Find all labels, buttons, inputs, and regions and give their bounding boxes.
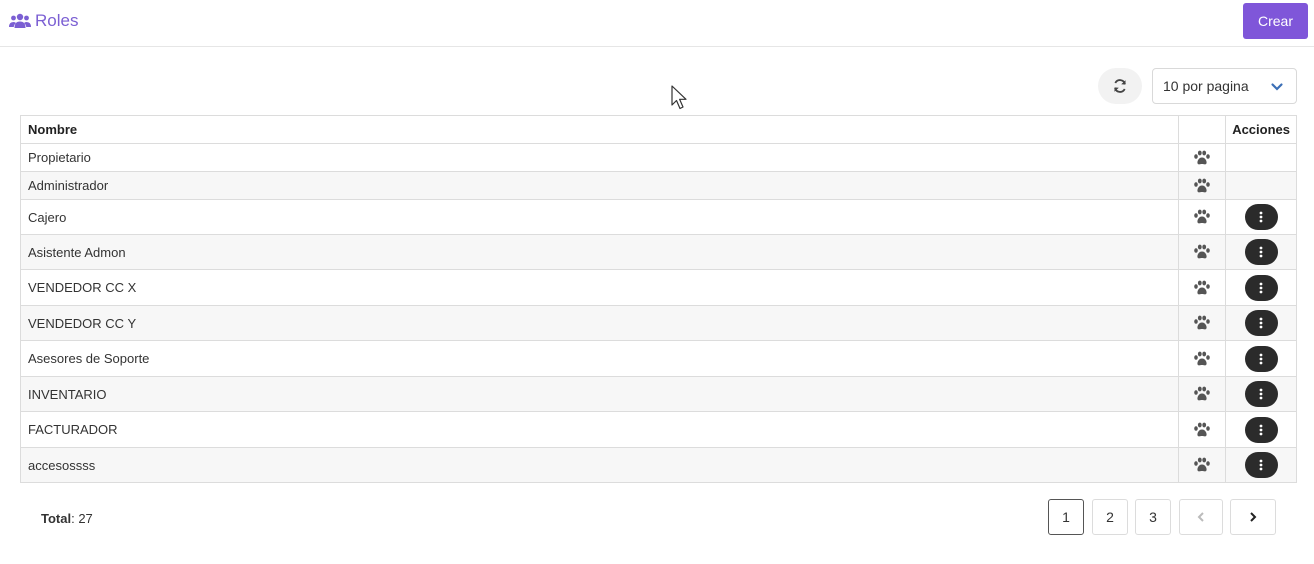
more-vertical-icon	[1259, 317, 1263, 329]
refresh-icon	[1114, 79, 1126, 93]
actions-cell	[1225, 234, 1297, 270]
role-name-cell: Administrador	[19, 171, 1180, 200]
actions-cell	[1225, 376, 1297, 412]
permissions-cell[interactable]	[1178, 199, 1227, 235]
page-title-text: Roles	[35, 11, 79, 30]
actions-cell	[1225, 411, 1297, 448]
paw-icon	[1194, 209, 1210, 224]
total-label: Total	[41, 511, 72, 526]
row-actions-button[interactable]	[1244, 381, 1278, 407]
actions-cell	[1225, 340, 1297, 377]
paw-icon	[1194, 315, 1210, 330]
table-row[interactable]: accesossss	[19, 447, 1297, 483]
row-actions-button[interactable]	[1244, 345, 1278, 372]
roles-table: Nombre Acciones Propietario Administrador…	[19, 115, 1297, 483]
table-row[interactable]: VENDEDOR CC Y	[19, 305, 1297, 341]
row-actions-button[interactable]	[1244, 416, 1278, 443]
table-header-row: Nombre Acciones	[19, 115, 1297, 144]
table-row[interactable]: Asistente Admon	[19, 234, 1297, 270]
actions-cell	[1225, 447, 1297, 483]
actions-cell	[1225, 269, 1297, 306]
more-vertical-icon	[1259, 459, 1263, 471]
mouse-cursor-icon	[671, 85, 687, 110]
permissions-cell[interactable]	[1178, 411, 1227, 448]
per-page-value: 10 por pagina	[1163, 78, 1249, 94]
permissions-cell[interactable]	[1178, 171, 1227, 200]
more-vertical-icon	[1259, 246, 1263, 258]
row-actions-button[interactable]	[1244, 310, 1278, 336]
role-name-cell: Propietario	[19, 143, 1180, 172]
column-header-acciones: Acciones	[1225, 115, 1297, 144]
column-header-nombre[interactable]: Nombre	[19, 115, 1180, 144]
paw-icon	[1194, 351, 1210, 366]
table-row[interactable]: INVENTARIO	[19, 376, 1297, 412]
table-row[interactable]: Asesores de Soporte	[19, 340, 1297, 377]
role-name-cell: VENDEDOR CC Y	[19, 305, 1180, 341]
permissions-cell[interactable]	[1178, 269, 1227, 306]
more-vertical-icon	[1259, 282, 1263, 293]
page-2-button[interactable]: 2	[1092, 499, 1128, 535]
table-row[interactable]: VENDEDOR CC X	[19, 269, 1297, 306]
column-header-icon	[1178, 115, 1227, 144]
role-name-cell: Cajero	[19, 199, 1180, 235]
next-page-button[interactable]	[1230, 499, 1276, 535]
page-3-button[interactable]: 3	[1135, 499, 1171, 535]
paw-icon	[1194, 386, 1210, 401]
table-row[interactable]: Administrador	[19, 171, 1297, 200]
actions-cell	[1225, 305, 1297, 341]
chevron-left-icon	[1197, 512, 1204, 522]
total-count: Total: 27	[41, 511, 93, 526]
refresh-button[interactable]	[1098, 68, 1142, 104]
row-actions-button[interactable]	[1244, 452, 1278, 478]
permissions-cell[interactable]	[1178, 447, 1227, 483]
total-value: : 27	[71, 511, 93, 526]
permissions-cell[interactable]	[1178, 234, 1227, 270]
more-vertical-icon	[1259, 211, 1263, 223]
prev-page-button[interactable]	[1179, 499, 1223, 535]
more-vertical-icon	[1259, 388, 1263, 400]
actions-cell	[1225, 143, 1297, 172]
table-row[interactable]: Propietario	[19, 143, 1297, 172]
paw-icon	[1194, 280, 1210, 295]
row-actions-button[interactable]	[1244, 239, 1278, 265]
role-name-cell: accesossss	[19, 447, 1180, 483]
users-icon	[9, 13, 31, 28]
chevron-right-icon	[1250, 512, 1257, 522]
actions-cell	[1225, 171, 1297, 200]
paw-icon	[1194, 244, 1210, 259]
per-page-select[interactable]: 10 por pagina	[1152, 68, 1297, 104]
more-vertical-icon	[1259, 424, 1263, 435]
paw-icon	[1194, 178, 1210, 193]
table-row[interactable]: Cajero	[19, 199, 1297, 235]
page-title: Roles	[9, 11, 78, 31]
role-name-cell: Asesores de Soporte	[19, 340, 1180, 377]
row-actions-button[interactable]	[1244, 274, 1278, 301]
page-1-button[interactable]: 1	[1048, 499, 1084, 535]
chevron-down-icon	[1271, 83, 1283, 91]
permissions-cell[interactable]	[1178, 340, 1227, 377]
role-name-cell: INVENTARIO	[19, 376, 1180, 412]
role-name-cell: VENDEDOR CC X	[19, 269, 1180, 306]
paw-icon	[1194, 150, 1210, 165]
page-header: Roles Crear	[0, 0, 1314, 47]
actions-cell	[1225, 199, 1297, 235]
paw-icon	[1194, 457, 1210, 472]
permissions-cell[interactable]	[1178, 305, 1227, 341]
paw-icon	[1194, 422, 1210, 437]
row-actions-button[interactable]	[1244, 204, 1278, 230]
table-row[interactable]: FACTURADOR	[19, 411, 1297, 448]
role-name-cell: FACTURADOR	[19, 411, 1180, 448]
create-button[interactable]: Crear	[1243, 3, 1308, 39]
more-vertical-icon	[1259, 353, 1263, 364]
role-name-cell: Asistente Admon	[19, 234, 1180, 270]
permissions-cell[interactable]	[1178, 143, 1227, 172]
permissions-cell[interactable]	[1178, 376, 1227, 412]
